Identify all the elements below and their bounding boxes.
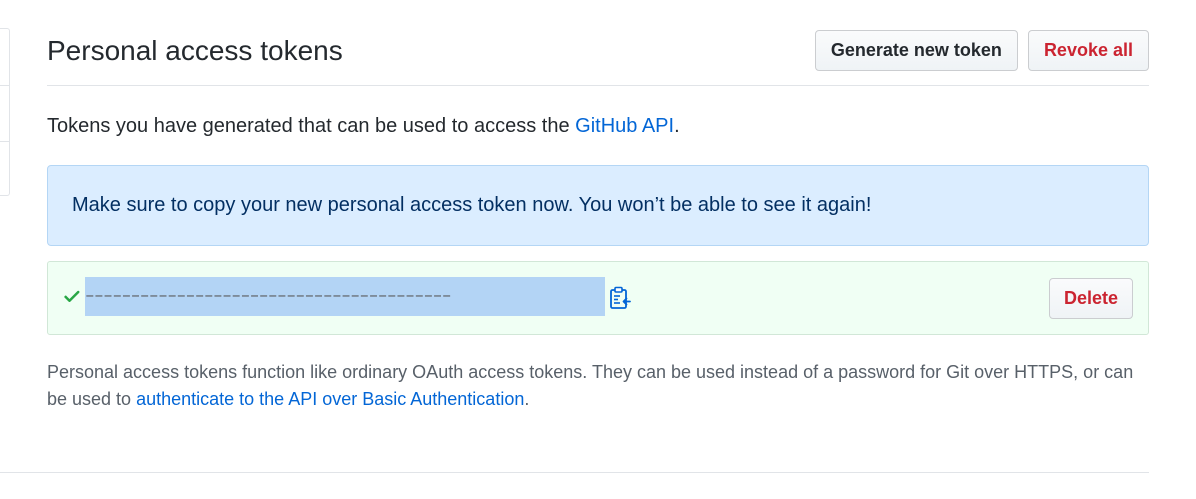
- intro-text-body: Tokens you have generated that can be us…: [47, 115, 576, 137]
- github-api-link[interactable]: GitHub API: [575, 115, 674, 137]
- nav-divider: [0, 141, 9, 142]
- intro-suffix: .: [674, 115, 680, 137]
- note-suffix: .: [524, 389, 530, 409]
- page-title: Personal access tokens: [47, 35, 343, 66]
- settings-nav-stub: [0, 28, 10, 196]
- tokens-page: Personal access tokens Generate new toke…: [47, 0, 1149, 409]
- header-actions: Generate new token Revoke all: [814, 30, 1149, 71]
- basic-auth-link[interactable]: authenticate to the API over Basic Authe…: [136, 389, 524, 409]
- new-token-row: ––––––––––––––––––––––––––––––––––––––––…: [47, 261, 1149, 335]
- copy-token-flash: Make sure to copy your new personal acce…: [47, 165, 1149, 246]
- check-icon: [64, 290, 80, 302]
- section-divider: [0, 472, 1149, 473]
- delete-token-button[interactable]: Delete: [1048, 278, 1133, 319]
- nav-divider: [0, 85, 9, 86]
- subhead: Personal access tokens Generate new toke…: [47, 0, 1149, 86]
- intro-text: Tokens you have generated that can be us…: [47, 112, 680, 140]
- flash-message: Make sure to copy your new personal acce…: [72, 194, 872, 216]
- tokens-note: Personal access tokens function like ord…: [47, 359, 1149, 413]
- generate-new-token-button[interactable]: Generate new token: [814, 30, 1018, 71]
- token-value[interactable]: ––––––––––––––––––––––––––––––––––––––––: [85, 277, 605, 316]
- revoke-all-button[interactable]: Revoke all: [1027, 30, 1149, 71]
- clippy-icon[interactable]: [609, 286, 631, 310]
